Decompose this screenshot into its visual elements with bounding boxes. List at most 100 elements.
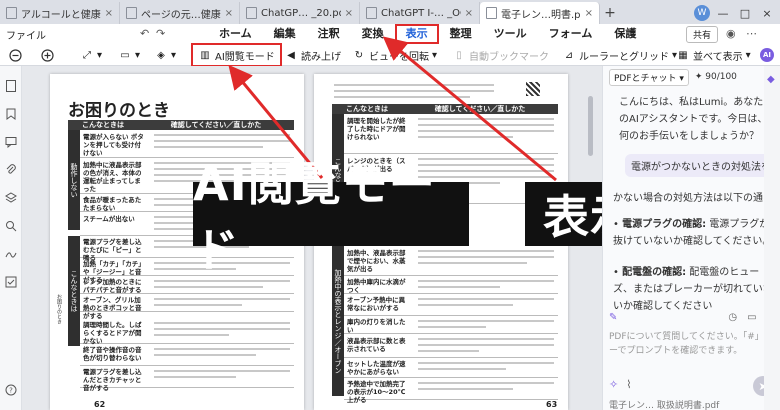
bookmark-icon: ▯ (456, 49, 462, 61)
expand-icon: ⤢ (83, 49, 91, 61)
tab-0[interactable]: アルコールと健康.pdf× (0, 2, 120, 24)
menu-comment[interactable]: 注釈 (307, 24, 351, 44)
tab-1[interactable]: ページの元…健康.pdf *× (120, 2, 240, 24)
auto-bookmark-button[interactable]: ▯ 自動ブックマーク (452, 46, 549, 64)
tab-4-active[interactable]: 電子レン…明書.pdf× (480, 2, 600, 24)
maximize-button[interactable]: □ (736, 7, 754, 20)
menu-protect[interactable]: 保護 (603, 24, 647, 44)
prompt-icon[interactable]: ✎ (609, 312, 617, 323)
table-header: こんなときは 確認してください／直しかた (332, 104, 558, 114)
tab-close-icon[interactable]: × (225, 8, 233, 19)
menu-convert[interactable]: 変換 (351, 24, 395, 44)
help-icon[interactable]: ? (5, 384, 17, 396)
close-window-button[interactable]: × (758, 7, 776, 20)
stamp-icon[interactable] (5, 276, 17, 288)
table-row: 庫内の灯りを消したい (344, 316, 558, 334)
layers-icon[interactable] (5, 192, 17, 204)
menu-tools[interactable]: ツール (483, 24, 538, 44)
user-message: 電源がつかないときの対処法を教えて (625, 154, 777, 177)
svg-text:?: ? (9, 387, 13, 395)
scrollbar[interactable] (588, 96, 593, 156)
rotate-view-button[interactable]: ↻ ビューを回転 ▾ (352, 46, 437, 64)
chat-mode-select[interactable]: PDFとチャット ▾ (609, 68, 689, 86)
ai-panel-icon[interactable]: ◆ (767, 74, 775, 85)
chat-header: PDFとチャット ▾ ✦ 90/100 ⋯ (603, 66, 780, 88)
tab-2[interactable]: ChatGP… _20.pdf × (240, 2, 360, 24)
table-row: 予熱途中で加熱完了の表示が10〜20℃上がる (344, 378, 558, 404)
page-layout-button[interactable]: ▭ ▾ (118, 46, 140, 64)
attachment-icon[interactable]: ⌇ (626, 378, 631, 391)
right-tool-strip: ◆ (764, 66, 780, 410)
assistant-reply-item-2: • 配電盤の確認: 配電盤のヒューズ、またはブレーカーが切れていないか確認してく… (613, 267, 773, 312)
menu-form[interactable]: フォーム (538, 24, 604, 44)
tab-close-icon[interactable]: × (105, 8, 113, 19)
assistant-reply-item-1: • 電源プラグの確認: 電源プラグが抜けていないか確認してください。 (613, 219, 773, 247)
table-row: 調理時間した。しばらくするとドアが開かない (80, 318, 294, 345)
pdf-file-icon (246, 7, 257, 19)
menu-bar: ファイル ↶ ↷ ホーム 編集 注釈 変換 表示 整理 ツール フォーム 保護 … (0, 24, 780, 44)
history-icon[interactable]: ◷ (728, 312, 737, 323)
table-row: 液晶表示部に数と表示されている (344, 334, 558, 358)
signature-icon[interactable] (5, 248, 17, 260)
ruler-grid-button[interactable]: ⊿ ルーラーとグリッド ▾ (562, 46, 677, 64)
menu-edit[interactable]: 編集 (263, 24, 307, 44)
chat-input[interactable]: PDFについて質問してください。「#」キーでプロンプトを確認できます。 (609, 330, 775, 358)
table-row: 終了音や操作音の音色が切り替わらない (80, 344, 294, 366)
menu-items: ホーム 編集 注釈 変換 表示 整理 ツール フォーム 保護 (208, 24, 647, 44)
zoom-in-button[interactable] (40, 46, 54, 64)
ai-reading-mode-button[interactable]: ▥ AI閲覧モード (191, 43, 282, 67)
menu-home[interactable]: ホーム (208, 24, 263, 44)
comment-panel-icon[interactable] (5, 136, 17, 149)
tab-3[interactable]: ChatGPT I-… _OCR.pdf× (360, 2, 480, 24)
page-layout-icon: ▭ (120, 49, 130, 61)
chat-icon[interactable]: ▭ (747, 312, 756, 323)
menu-view[interactable]: 表示 (394, 24, 439, 44)
tab-bar: アルコールと健康.pdf× ページの元…健康.pdf *× ChatGP… _2… (0, 0, 780, 24)
ruler-icon: ⊿ (564, 49, 574, 61)
ai-assistant-button[interactable]: AI (760, 46, 774, 64)
avatar[interactable]: W (694, 5, 710, 21)
new-tab-button[interactable]: + (600, 2, 620, 24)
attached-file-label: 電子レン… 取扱説明書.pdf (609, 401, 720, 410)
more-icon[interactable]: ⋯ (746, 27, 757, 40)
tab-close-icon[interactable]: × (345, 8, 353, 19)
search-icon[interactable] (5, 220, 17, 232)
pdf-file-icon (126, 7, 137, 19)
share-button[interactable]: 共有 (686, 26, 719, 43)
tab-close-icon[interactable]: × (465, 8, 473, 19)
undo-icon[interactable]: ↶ (140, 27, 149, 40)
background-color-button[interactable]: ◈ ▾ (154, 46, 176, 64)
redo-icon[interactable]: ↷ (156, 27, 165, 40)
bookmark-panel-icon[interactable] (5, 108, 17, 120)
zoom-out-button[interactable] (8, 46, 22, 64)
read-aloud-button[interactable]: ◀ 読み上げ (284, 46, 341, 64)
ai-chat-panel: PDFとチャット ▾ ✦ 90/100 ⋯ こんにちは、私はLumi。あなたのA… (602, 66, 780, 410)
assistant-reply-intro: かない場合の対処方法は以下の通り (613, 193, 773, 204)
pdf-file-icon (486, 7, 497, 19)
book-icon: ▥ (200, 49, 210, 61)
page-title: お困りのとき (68, 101, 170, 121)
table-row: オーブン、グリル加熱のときボコッと音がする (80, 294, 294, 320)
chevron-down-icon: ▾ (432, 49, 438, 61)
chevron-down-icon: ▾ (97, 49, 103, 61)
attachment-icon[interactable] (5, 164, 17, 176)
qr-code (526, 82, 540, 96)
paint-bucket-icon: ◈ (157, 49, 165, 61)
zoom-in-icon (40, 48, 54, 62)
menu-organize[interactable]: 整理 (439, 24, 483, 44)
fit-page-button[interactable]: ⤢ ▾ (80, 46, 102, 64)
table-row: セットした温度が速やかにあがらない (344, 358, 558, 378)
rotate-icon: ↻ (354, 49, 364, 61)
chevron-down-icon: ▾ (745, 49, 751, 61)
credit-counter: ✦ 90/100 (694, 72, 737, 82)
category-label: 動作しない (68, 130, 80, 230)
tab-close-icon[interactable]: × (585, 8, 593, 19)
pdf-file-icon (6, 7, 17, 19)
notification-icon[interactable]: ◉ (726, 27, 736, 40)
lightbulb-icon[interactable]: ✧ (609, 378, 618, 391)
side-note: お困りのとき (56, 294, 62, 324)
file-menu[interactable]: ファイル (6, 27, 46, 42)
side-by-side-button[interactable]: ▦ 並べて表示 ▾ (676, 46, 751, 64)
page-thumbnail-icon[interactable] (5, 80, 17, 92)
minimize-button[interactable]: — (714, 7, 732, 20)
